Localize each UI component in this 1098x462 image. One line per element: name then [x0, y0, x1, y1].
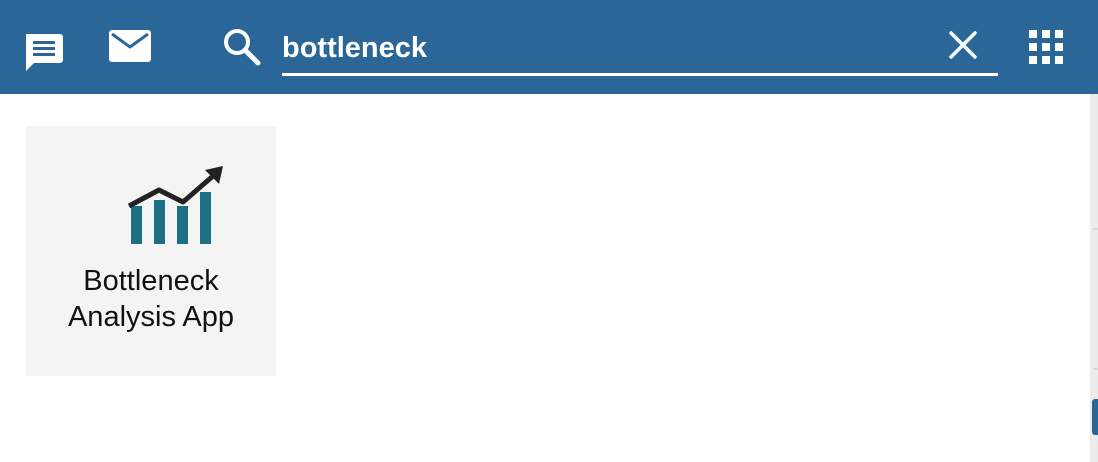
search-input[interactable]: [282, 30, 922, 66]
app-tile-label-line1: Bottleneck: [83, 265, 219, 297]
edge-divider: [1093, 368, 1098, 370]
apps-grid-icon[interactable]: [1029, 30, 1063, 64]
app-tile-bottleneck-analysis[interactable]: Bottleneck Analysis App: [26, 126, 276, 376]
edge-button-fragment[interactable]: [1092, 399, 1098, 435]
search-results: Bottleneck Analysis App: [0, 94, 1090, 462]
app-tile-label: Bottleneck Analysis App: [26, 263, 276, 335]
app-tile-label-line2: Analysis App: [67, 301, 235, 333]
edge-divider: [1093, 228, 1098, 230]
chat-icon[interactable]: [22, 30, 64, 72]
search-icon: [222, 27, 262, 67]
mail-icon[interactable]: [109, 30, 151, 62]
top-app-bar: [0, 0, 1098, 94]
close-icon[interactable]: [946, 28, 980, 62]
search-field: [282, 24, 998, 76]
bar-chart-trend-icon: [125, 162, 229, 248]
